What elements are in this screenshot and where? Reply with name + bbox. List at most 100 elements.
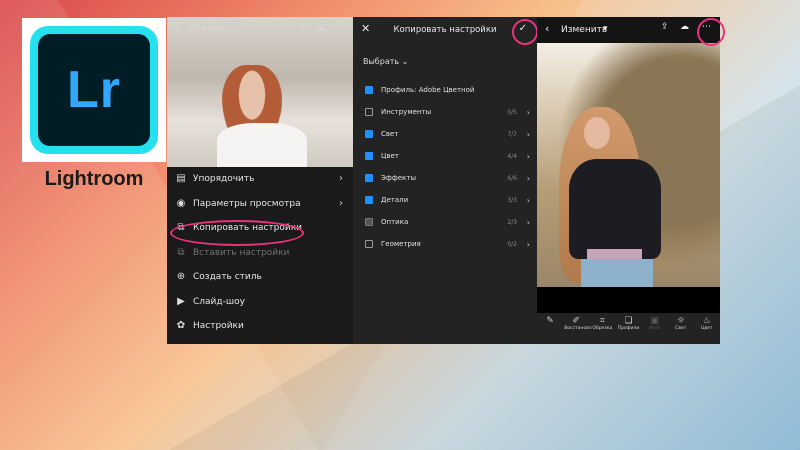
phone2-header: ✕ Копировать настройки ✓: [353, 17, 537, 43]
tool-label: Цвет: [701, 326, 713, 331]
share-icon[interactable]: ⇪: [661, 22, 669, 32]
checkbox[interactable]: [365, 130, 373, 138]
settings-row[interactable]: Цвет 4/4 ›: [353, 145, 537, 167]
play-icon: ▶: [177, 295, 185, 307]
checkbox[interactable]: [365, 174, 373, 182]
profiles-icon: ❏: [624, 316, 633, 326]
logo-letters: Lr: [38, 34, 150, 146]
chevron-right-icon[interactable]: ›: [527, 108, 530, 117]
settings-row[interactable]: Свет 7/7 ›: [353, 123, 537, 145]
chevron-right-icon[interactable]: ›: [527, 174, 530, 183]
chevron-right-icon: ›: [339, 173, 343, 184]
crop-icon: ⌗: [599, 316, 605, 326]
lightroom-logo: Lr: [22, 18, 166, 162]
checkbox[interactable]: [365, 196, 373, 204]
heal-icon: ✐: [572, 316, 580, 326]
logo-label: Lightroom: [44, 168, 144, 190]
chevron-right-icon[interactable]: ›: [527, 240, 530, 249]
gear-icon: ✿: [176, 320, 186, 332]
cloud-icon[interactable]: ☁: [315, 21, 326, 34]
menu-item-0[interactable]: ▤ Упорядочить ›: [167, 167, 353, 192]
row-label: Оптика: [381, 218, 409, 226]
row-label: Геометрия: [381, 240, 421, 248]
row-count: 2/3: [507, 218, 517, 226]
highlight-circle-copy: [170, 220, 304, 246]
settings-row[interactable]: Инструменты 0/5 ›: [353, 101, 537, 123]
chevron-right-icon[interactable]: ›: [527, 196, 530, 205]
tool-0[interactable]: ✎: [538, 313, 562, 344]
auto-icon: ▣: [650, 316, 659, 326]
checkbox[interactable]: [365, 86, 373, 94]
settings-row[interactable]: Эффекты 6/6 ›: [353, 167, 537, 189]
row-label: Профиль: Adobe Цветной: [381, 86, 475, 94]
row-label: Цвет: [381, 152, 399, 160]
settings-row[interactable]: Оптика 2/3 ›: [353, 211, 537, 233]
back-icon[interactable]: ‹: [175, 22, 179, 35]
tool-label: Свет: [675, 326, 687, 331]
menu-item-label: Упорядочить: [193, 174, 255, 185]
row-count: 4/4: [507, 152, 517, 160]
edit-label[interactable]: Изменить: [561, 25, 607, 35]
row-count: 7/7: [507, 130, 517, 138]
row-label: Инструменты: [381, 108, 432, 116]
row-label: Эффекты: [381, 174, 416, 182]
view-icon: ◉: [176, 197, 186, 209]
highlight-circle-more: [697, 18, 725, 46]
brush-icon: ✎: [546, 316, 554, 326]
checkbox[interactable]: [365, 108, 373, 116]
row-count: 3/3: [507, 196, 517, 204]
chevron-right-icon[interactable]: ›: [527, 152, 530, 161]
edit-label[interactable]: Изменить: [189, 24, 235, 34]
menu-item-label: Вставить настройки: [193, 247, 290, 258]
more-icon[interactable]: ⋯: [335, 21, 346, 34]
tool-label: Обрезка: [592, 326, 613, 331]
chevron-down-icon: ▾: [603, 24, 608, 34]
phone-copy-settings-screen: ✕ Копировать настройки ✓ Выбрать ⌄ Профи…: [353, 17, 537, 344]
menu-item-4[interactable]: ⊕ Создать стиль: [167, 265, 353, 290]
phone1-header: ‹ Изменить ⇪ ☁ ⋯: [167, 17, 353, 41]
cloud-icon[interactable]: ☁: [680, 22, 689, 32]
menu-item-label: Слайд-шоу: [193, 296, 245, 307]
row-count: 0/2: [507, 240, 517, 248]
row-label: Свет: [381, 130, 399, 138]
menu-item-6[interactable]: ✿ Настройки: [167, 314, 353, 339]
settings-row[interactable]: Детали 3/3 ›: [353, 189, 537, 211]
preset-icon: ⊕: [176, 271, 186, 283]
settings-row[interactable]: Геометрия 0/2 ›: [353, 233, 537, 255]
checkbox[interactable]: [365, 152, 373, 160]
settings-row[interactable]: Профиль: Adobe Цветной: [353, 79, 537, 101]
sun-icon: ☼: [676, 316, 685, 326]
thermometer-icon: ♨: [702, 316, 711, 326]
select-dropdown[interactable]: Выбрать ⌄: [363, 57, 408, 66]
folder-icon: ▤: [176, 173, 186, 185]
menu-item-1[interactable]: ◉ Параметры просмотра ›: [167, 192, 353, 217]
tool-label: Восстановл: [564, 326, 592, 331]
phone-menu-screen: ‹ Изменить ⇪ ☁ ⋯ ▤ Упорядочить › ◉ Параметры…: [167, 17, 353, 344]
tool-1[interactable]: ✐ Восстановл: [564, 313, 592, 344]
highlight-circle-check: [512, 19, 538, 45]
tool-label: Профили: [617, 326, 640, 331]
settings-list: Профиль: Adobe Цветной Инструменты 0/5 › Све…: [353, 79, 537, 255]
menu-item-label: Параметры просмотра: [193, 198, 301, 209]
row-label: Детали: [381, 196, 409, 204]
tool-4[interactable]: ▣ Авто: [643, 313, 667, 344]
checkbox[interactable]: [365, 240, 373, 248]
checkbox[interactable]: [365, 218, 373, 226]
back-icon[interactable]: ‹: [545, 22, 549, 35]
phone-edit-screen: ‹ Изменить ▾ ⇪ ☁ ⋯ ✎ ✐ Восстановл ⌗ Обрезка ❏…: [537, 17, 720, 344]
row-count: 0/5: [507, 108, 517, 116]
edited-photo: [537, 43, 720, 313]
tool-5[interactable]: ☼ Свет: [669, 313, 693, 344]
tool-6[interactable]: ♨ Цвет: [695, 313, 719, 344]
row-count: 6/6: [507, 174, 517, 182]
chevron-right-icon[interactable]: ›: [527, 130, 530, 139]
tool-2[interactable]: ⌗ Обрезка: [590, 313, 614, 344]
tool-3[interactable]: ❏ Профили: [616, 313, 640, 344]
phone3-header: ‹ Изменить ▾ ⇪ ☁ ⋯: [537, 17, 720, 43]
share-icon[interactable]: ⇪: [297, 22, 306, 35]
paste-settings-icon: ⧉: [177, 246, 185, 258]
chevron-right-icon[interactable]: ›: [527, 218, 530, 227]
menu-item-5[interactable]: ▶ Слайд-шоу: [167, 290, 353, 315]
chevron-right-icon: ›: [339, 197, 343, 209]
copy-settings-title: Копировать настройки: [393, 25, 497, 35]
